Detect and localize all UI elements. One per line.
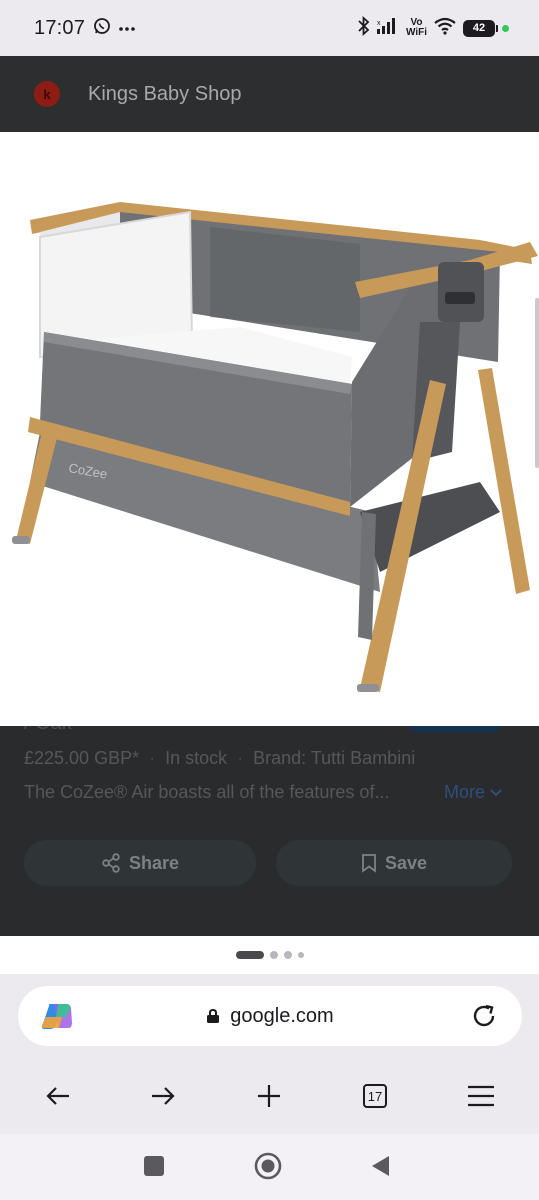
more-dots-icon	[119, 19, 135, 37]
browser-nav-row: 17	[0, 1072, 539, 1120]
favicon-letter: k	[43, 86, 51, 102]
share-label: Share	[128, 852, 180, 873]
product-image[interactable]: CoZee	[0, 132, 539, 726]
tab-switcher-icon: 17	[363, 1084, 387, 1108]
status-right: x Vo WiFi 42	[358, 15, 509, 41]
back-button[interactable]	[36, 1074, 80, 1118]
new-tab-plus-icon	[258, 1085, 280, 1107]
home-button[interactable]	[252, 1150, 284, 1182]
description-row: The CoZee® Air boasts all of the feature…	[24, 782, 524, 803]
carousel-dot[interactable]	[297, 952, 304, 958]
status-time: 17:07	[34, 16, 86, 39]
save-label: Save	[384, 852, 428, 873]
url-display[interactable]: google.com	[18, 986, 522, 1046]
vowifi-bottom: WiFi	[405, 27, 427, 38]
site-favicon-icon: k	[34, 81, 60, 107]
back-nav-button[interactable]	[366, 1152, 394, 1180]
bedside-crib-product-image: CoZee	[12, 202, 538, 692]
site-name[interactable]: Kings Baby Shop	[88, 83, 241, 106]
description-text: The CoZee® Air boasts all of the feature…	[24, 782, 390, 802]
back-arrow-icon	[46, 1087, 69, 1105]
result-title[interactable]: / Oak	[24, 726, 72, 735]
share-icon	[102, 853, 120, 873]
status-left: 17:07	[34, 17, 135, 40]
privacy-dot-icon	[502, 24, 509, 32]
recents-square-icon	[144, 1156, 164, 1176]
share-button[interactable]: Share	[24, 840, 256, 886]
visit-button[interactable]	[407, 726, 503, 732]
result-meta: £225.00 GBP* · In stock · Brand: Tutti B…	[24, 748, 415, 769]
save-button[interactable]: Save	[276, 840, 512, 886]
viewer-header[interactable]: k Kings Baby Shop	[0, 56, 539, 132]
browser-toolbar: google.com 17	[0, 974, 539, 1134]
carousel-dot-active[interactable]	[235, 951, 264, 959]
forward-button[interactable]	[141, 1074, 185, 1118]
brand-text: Brand: Tutti Bambini	[253, 748, 416, 768]
tab-switcher-button[interactable]: 17	[353, 1074, 397, 1118]
meta-separator: ·	[149, 748, 156, 768]
more-link[interactable]: More	[444, 782, 503, 803]
image-scroll-thumb	[535, 298, 539, 468]
back-triangle-icon	[372, 1156, 389, 1176]
recents-button[interactable]	[140, 1152, 168, 1180]
wifi-icon	[434, 17, 456, 40]
carousel-dot[interactable]	[283, 951, 292, 959]
url-text[interactable]: google.com	[230, 1005, 333, 1028]
bookmark-icon	[362, 854, 376, 873]
meta-separator: ·	[237, 748, 244, 768]
forward-arrow-icon	[152, 1087, 175, 1105]
bluetooth-icon	[358, 15, 370, 41]
lock-icon	[207, 1008, 220, 1023]
battery-level: 42	[472, 22, 486, 34]
result-details: / Oak £225.00 GBP* · In stock · Brand: T…	[0, 726, 539, 936]
address-bar[interactable]: google.com	[18, 986, 522, 1046]
system-navigation-bar	[0, 1134, 539, 1200]
battery-icon: 42	[463, 19, 498, 37]
vowifi-icon: Vo WiFi	[406, 18, 427, 38]
chevron-down-icon	[490, 788, 502, 796]
more-label[interactable]: More	[444, 782, 485, 803]
stock-text: In stock	[165, 748, 228, 768]
price-text: £225.00 GBP*	[24, 748, 140, 768]
menu-icon	[468, 1085, 494, 1107]
menu-button[interactable]	[459, 1074, 503, 1118]
whatsapp-icon	[93, 17, 111, 40]
carousel-dot[interactable]	[269, 951, 278, 959]
status-bar: 17:07 x Vo WiFi 42	[0, 0, 539, 56]
tab-count: 17	[367, 1088, 383, 1104]
home-circle-icon	[254, 1152, 282, 1180]
new-tab-button[interactable]	[247, 1074, 291, 1118]
reload-icon[interactable]	[470, 1002, 498, 1030]
svg-text:x: x	[377, 20, 381, 27]
carousel-indicator	[0, 936, 539, 974]
signal-icon: x	[376, 17, 399, 40]
